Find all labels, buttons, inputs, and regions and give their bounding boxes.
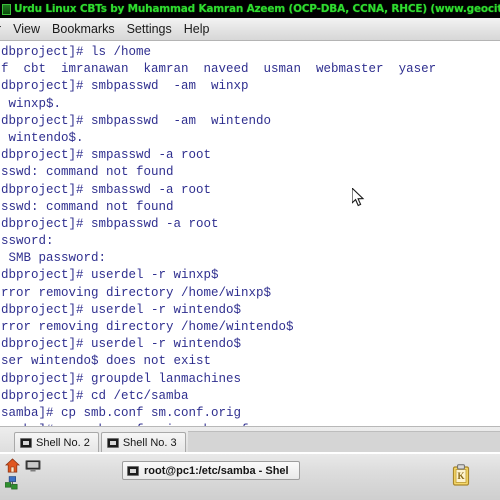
window-title: Urdu Linux CBTs by Muhammad Kamran Azeem… <box>14 3 500 15</box>
shell-tab-label: Shell No. 2 <box>36 436 90 449</box>
terminal-icon <box>127 465 139 476</box>
quick-launch-area <box>3 457 49 497</box>
terminal-line: SMB password: <box>1 251 107 266</box>
shell-tab-3[interactable]: Shell No. 3 <box>100 432 186 452</box>
terminal-line: dbproject]# smbpasswd -am wintendo <box>1 113 272 128</box>
menu-item-bookmarks[interactable]: Bookmarks <box>46 21 121 37</box>
desktop-root: Urdu Linux CBTs by Muhammad Kamran Azeem… <box>0 0 500 500</box>
window-titlebar[interactable]: Urdu Linux CBTs by Muhammad Kamran Azeem… <box>0 0 500 18</box>
terminal-line: dbproject]# userdel -r winxp$ <box>1 268 219 283</box>
shell-tab-2[interactable]: Shell No. 2 <box>14 432 99 452</box>
terminal-line: sswd: command not found <box>1 165 174 180</box>
menu-item-view[interactable]: View <box>7 21 46 37</box>
network-icon[interactable] <box>5 476 20 490</box>
taskbar-button-label: root@pc1:/etc/samba - Shel <box>144 464 289 477</box>
terminal-line: rror removing directory /home/wintendo$ <box>1 320 294 334</box>
terminal-line: dbproject]# cd /etc/samba <box>1 388 189 403</box>
terminal-line: wintendo$. <box>1 130 84 145</box>
menu-item-help[interactable]: Help <box>178 21 216 37</box>
terminal-line: f cbt imranawan kamran naveed usman webm… <box>1 62 437 77</box>
terminal-line: dbproject]# smbpasswd -a root <box>1 216 219 231</box>
terminal-line: sswd: command not found <box>1 199 174 214</box>
terminal-line: dbproject]# smpasswd -a root <box>1 148 212 163</box>
shell-tab-label: Shell No. 3 <box>122 436 177 449</box>
konsole-icon <box>2 3 11 15</box>
terminal-line: dbproject]# userdel -r wintendo$ <box>1 302 242 317</box>
terminal-output: dbproject]# ls /home f cbt imranawan kamr… <box>0 41 500 426</box>
monitor-icon[interactable] <box>25 460 41 472</box>
svg-text:K: K <box>457 471 464 481</box>
menu-item-settings[interactable]: Settings <box>121 21 178 37</box>
terminal-line: rror removing directory /home/winxp$ <box>1 285 272 300</box>
menu-clipped-prefix: r <box>0 22 1 36</box>
klipper-icon[interactable]: K <box>452 464 470 486</box>
terminal-line: dbproject]# smbpasswd -am winxp <box>1 79 249 94</box>
terminal-line: ssword: <box>1 234 54 249</box>
terminal-line: dbproject]# ls /home <box>1 45 152 59</box>
terminal-view[interactable]: dbproject]# ls /home f cbt imranawan kamr… <box>0 41 500 426</box>
home-icon[interactable] <box>5 458 20 473</box>
terminal-line: dbproject]# smbasswd -a root <box>1 182 212 197</box>
terminal-line: dbproject]# groupdel lanmachines <box>1 371 242 386</box>
terminal-line: samba]# cp smb.conf sm.conf.orig <box>1 405 242 420</box>
menubar: r View Bookmarks Settings Help <box>0 18 500 41</box>
terminal-icon <box>106 437 119 448</box>
shell-tabbar: Shell No. 2 Shell No. 3 <box>0 426 500 452</box>
terminal-line: dbproject]# userdel -r wintendo$ <box>1 337 242 352</box>
taskbar-button-konsole[interactable]: root@pc1:/etc/samba - Shel <box>122 461 300 480</box>
tabbar-empty-area <box>187 431 500 452</box>
terminal-icon <box>20 437 32 448</box>
terminal-line: winxp$. <box>1 96 62 111</box>
terminal-line: ser wintendo$ does not exist <box>1 354 212 369</box>
